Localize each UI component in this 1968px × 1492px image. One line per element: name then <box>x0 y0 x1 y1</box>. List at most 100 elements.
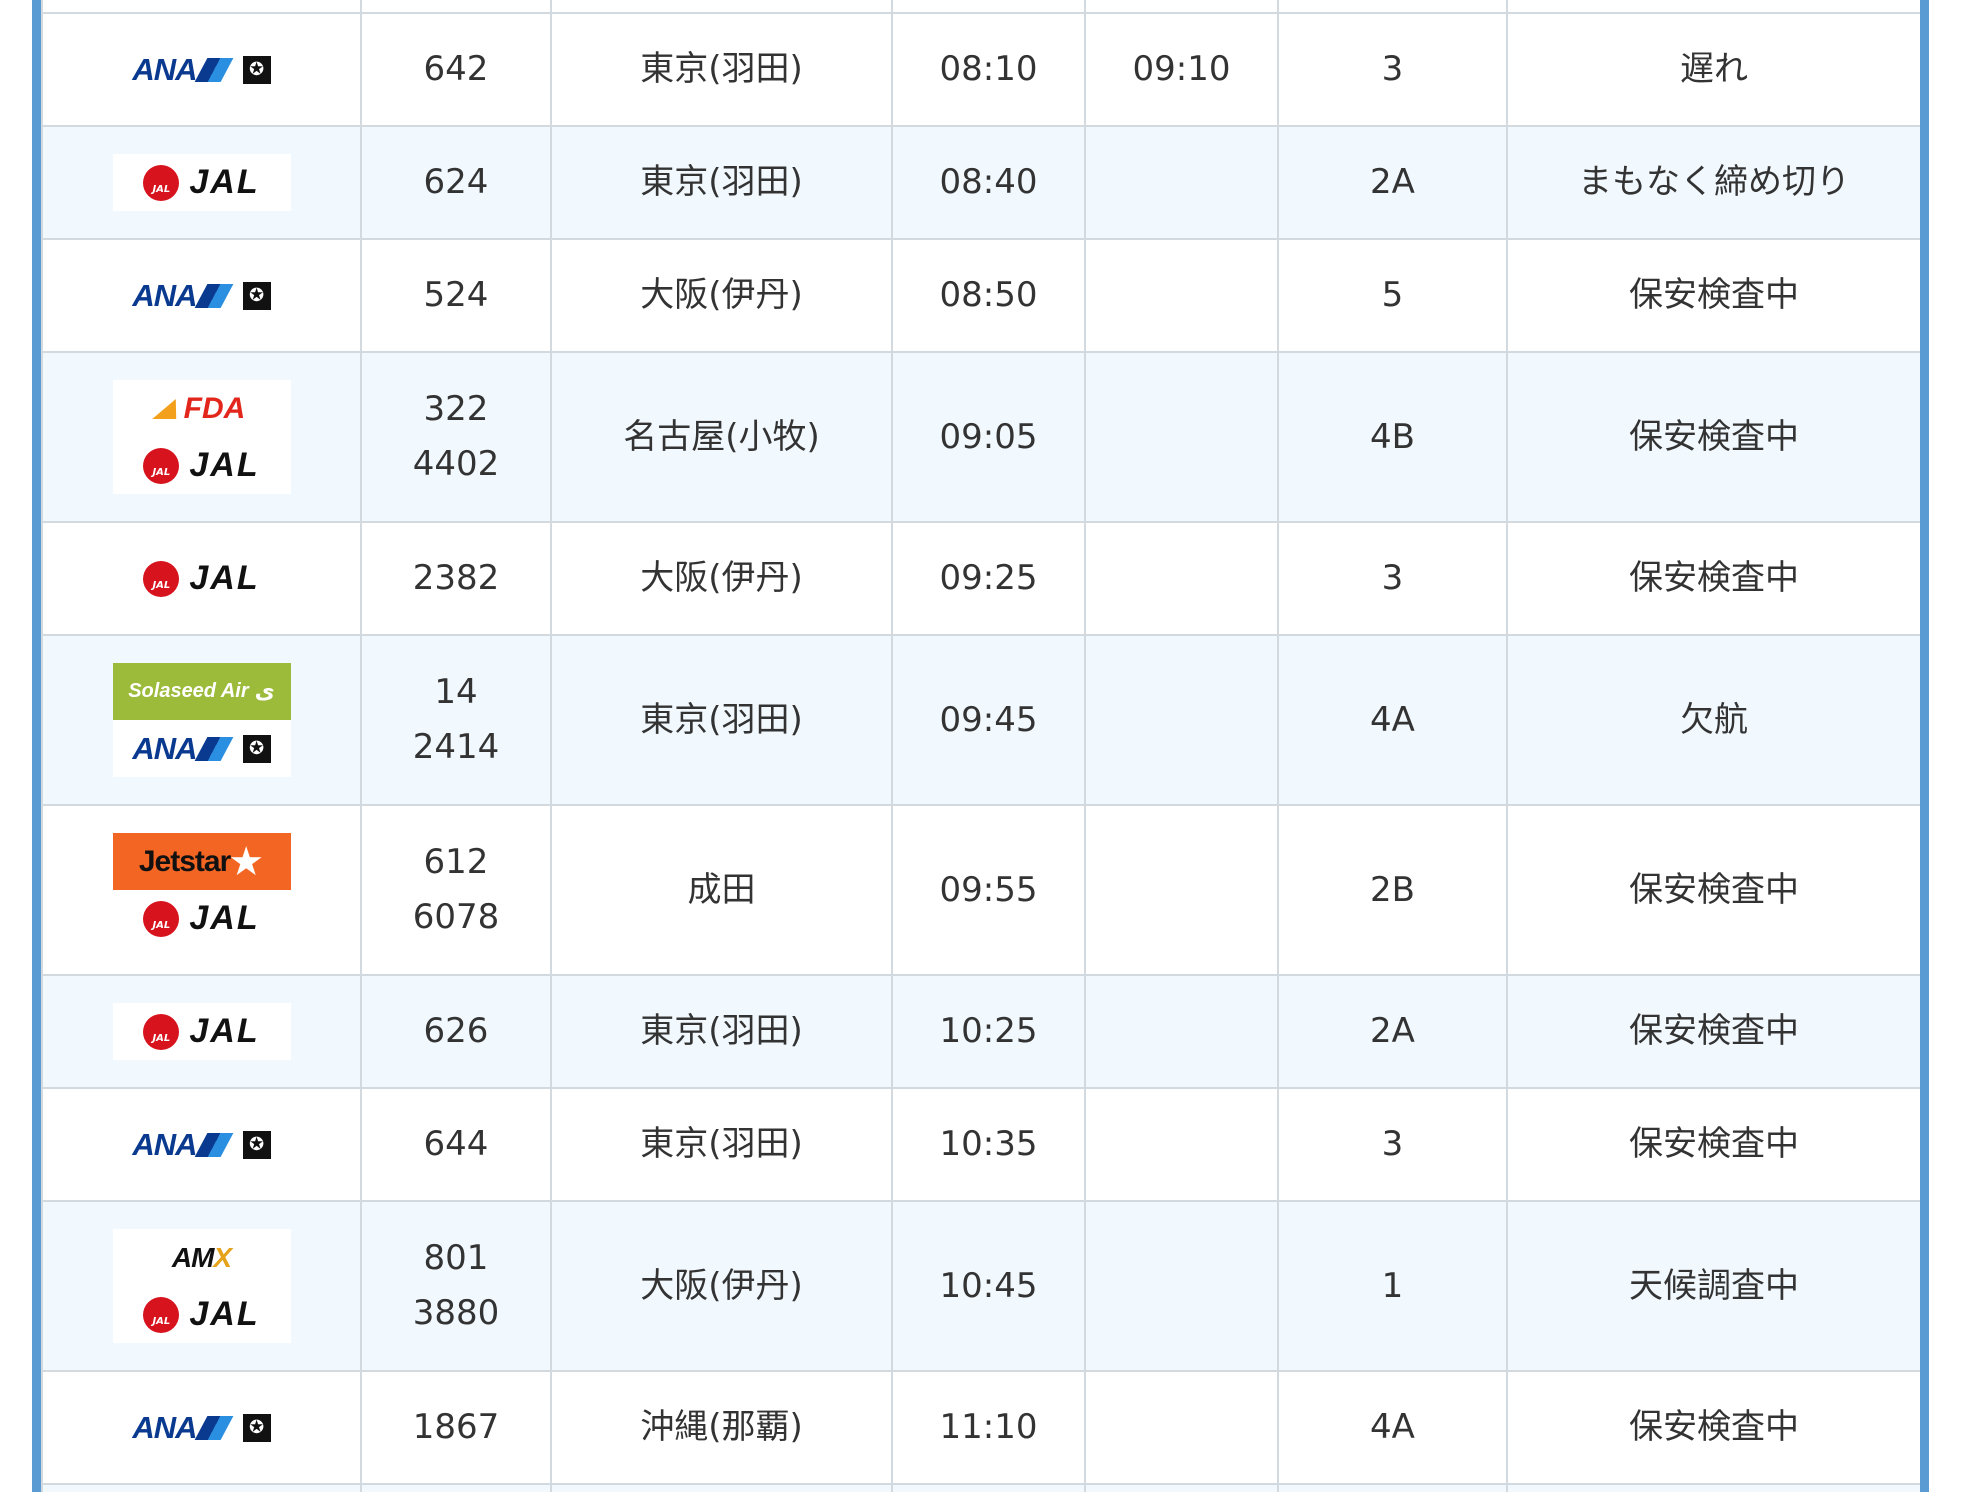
scheduled-time-cell: 10:25 <box>891 974 1086 1089</box>
scheduled-time-cell: 09:45 <box>891 634 1086 806</box>
changed-time-cell <box>1084 1370 1279 1485</box>
partial-cell <box>41 1483 362 1492</box>
status-cell: まもなく締め切り <box>1506 125 1920 240</box>
airline-cell: ANA ✪ <box>41 12 362 127</box>
table-row-partial <box>41 1483 1920 1492</box>
airline-logos: AMX JAL JAL <box>43 1229 360 1343</box>
amx-wordmark: AMX <box>171 1230 232 1285</box>
flight-row[interactable]: JAL JAL 2382 大阪(伊丹) 09:25 3 保安検査中 <box>41 521 1920 636</box>
status-text: 保安検査中 <box>1629 275 1799 315</box>
airline-cell: ANA ✪ <box>41 1087 362 1202</box>
status-text: 保安検査中 <box>1629 416 1799 457</box>
status-cell: 保安検査中 <box>1506 804 1920 976</box>
flight-row[interactable]: ANA ✪ 642 東京(羽田) 08:10 09:10 3 遅れ <box>41 12 1920 127</box>
flight-number: 524 <box>423 275 489 315</box>
scheduled-time-text: 10:25 <box>939 1011 1038 1051</box>
flight-number-cell: 2382 <box>360 521 552 636</box>
scheduled-time-cell: 09:25 <box>891 521 1086 636</box>
airline-logos: JAL JAL <box>43 1003 360 1060</box>
status-cell: 保安検査中 <box>1506 238 1920 353</box>
ana-wordmark: ANA <box>132 1127 197 1162</box>
gate-cell: 2B <box>1277 804 1508 976</box>
flight-number-cell: 624 <box>360 125 552 240</box>
scheduled-time-cell: 10:45 <box>891 1200 1086 1372</box>
status-text: 保安検査中 <box>1629 869 1799 910</box>
scheduled-time-text: 08:50 <box>939 275 1038 315</box>
destination-text: 大阪(伊丹) <box>640 275 803 315</box>
changed-time-cell <box>1084 521 1279 636</box>
status-text: まもなく締め切り <box>1578 162 1850 202</box>
destination-text: 東京(羽田) <box>640 1011 803 1051</box>
gate-text: 2A <box>1370 1011 1415 1051</box>
jal-logo: JAL JAL <box>112 550 291 607</box>
jetstar-wordmark: Jetstar <box>138 845 231 878</box>
destination-cell: 大阪(伊丹) <box>550 1200 893 1372</box>
flight-number-cell: 626 <box>360 974 552 1089</box>
flight-number: 612 <box>423 842 489 882</box>
changed-time-cell <box>1084 125 1279 240</box>
flight-row[interactable]: ANA ✪ 524 大阪(伊丹) 08:50 5 保安検査中 <box>41 238 1920 353</box>
status-text: 欠航 <box>1680 699 1748 740</box>
flight-number-cell: 644 <box>360 1087 552 1202</box>
jal-wordmark: JAL <box>189 559 260 597</box>
flight-row[interactable]: Jetstar ★ JAL JAL 612 6078 成田 09:55 2B 保安検査… <box>41 804 1920 976</box>
destination-text: 東京(羽田) <box>640 699 803 740</box>
scheduled-time-text: 09:05 <box>939 416 1038 457</box>
scheduled-time-text: 09:45 <box>939 699 1038 740</box>
jal-wordmark: JAL <box>189 899 260 937</box>
ana-slash-icon <box>194 1132 233 1157</box>
jal-logo: JAL JAL <box>112 1003 291 1060</box>
changed-time-cell <box>1084 1200 1279 1372</box>
scheduled-time-text: 10:45 <box>939 1265 1038 1306</box>
jal-wordmark: JAL <box>189 1295 260 1333</box>
ana-logo: ANA ✪ <box>112 1116 291 1173</box>
gate-text: 5 <box>1381 275 1404 315</box>
changed-time-cell <box>1084 1087 1279 1202</box>
fda-wordmark: FDA <box>183 392 246 425</box>
flight-row[interactable]: ANA ✪ 1867 沖縄(那覇) 11:10 4A 保安検査中 <box>41 1370 1920 1485</box>
flight-number-cell: 1867 <box>360 1370 552 1485</box>
airline-logos: JAL JAL <box>43 550 360 607</box>
changed-time-cell <box>1084 974 1279 1089</box>
flight-row[interactable]: Solaseed Air ی ANA ✪ 14 2414 東京(羽田) 09:45 4… <box>41 634 1920 806</box>
ana-logo: ANA ✪ <box>112 267 291 324</box>
flight-row[interactable]: JAL JAL 626 東京(羽田) 10:25 2A 保安検査中 <box>41 974 1920 1089</box>
flight-row[interactable]: AMX JAL JAL 801 3880 大阪(伊丹) 10:45 1 天候調査中 <box>41 1200 1920 1372</box>
star-alliance-icon: ✪ <box>242 1413 271 1442</box>
airline-cell: AMX JAL JAL <box>41 1200 362 1372</box>
flight-row[interactable]: FDA JAL JAL 322 4402 名古屋(小牧) 09:05 4B 保安検査… <box>41 351 1920 523</box>
solaseed-logo: Solaseed Air ی <box>112 663 291 720</box>
flight-number-cell: 801 3880 <box>360 1200 552 1372</box>
scheduled-time-text: 09:55 <box>939 869 1038 910</box>
partial-cell <box>1277 1483 1508 1492</box>
flight-number: 4402 <box>412 444 500 484</box>
departure-board-table: ANA ✪ 642 東京(羽田) 08:10 09:10 3 遅れ JAL JAL … <box>41 0 1920 1492</box>
scheduled-time-cell: 08:50 <box>891 238 1086 353</box>
gate-cell: 3 <box>1277 521 1508 636</box>
gate-text: 3 <box>1381 558 1404 598</box>
flight-row[interactable]: JAL JAL 624 東京(羽田) 08:40 2A まもなく締め切り <box>41 125 1920 240</box>
airline-cell: JAL JAL <box>41 125 362 240</box>
amx-wordmark-x: X <box>213 1242 232 1273</box>
departure-board-body: ANA ✪ 642 東京(羽田) 08:10 09:10 3 遅れ JAL JAL … <box>41 0 1920 1492</box>
destination-cell: 沖縄(那覇) <box>550 1370 893 1485</box>
status-text: 保安検査中 <box>1629 1124 1799 1164</box>
jal-crane-icon: JAL <box>143 447 180 484</box>
flight-row[interactable]: ANA ✪ 644 東京(羽田) 10:35 3 保安検査中 <box>41 1087 1920 1202</box>
airline-logos: FDA JAL JAL <box>43 380 360 494</box>
airline-cell: Solaseed Air ی ANA ✪ <box>41 634 362 806</box>
destination-text: 東京(羽田) <box>640 1124 803 1164</box>
changed-time-cell <box>1084 634 1279 806</box>
changed-time-cell <box>1084 238 1279 353</box>
flight-number: 624 <box>423 162 489 202</box>
ana-slash-icon <box>194 283 233 308</box>
status-cell: 保安検査中 <box>1506 521 1920 636</box>
ana-logo: ANA ✪ <box>112 1399 291 1456</box>
star-alliance-icon: ✪ <box>242 734 271 763</box>
gate-cell: 1 <box>1277 1200 1508 1372</box>
airline-cell: ANA ✪ <box>41 1370 362 1485</box>
flight-number: 322 <box>423 389 489 429</box>
airline-logos: ANA ✪ <box>43 1399 360 1456</box>
amx-wordmark-am: AM <box>171 1242 215 1273</box>
gate-text: 3 <box>1381 49 1404 89</box>
